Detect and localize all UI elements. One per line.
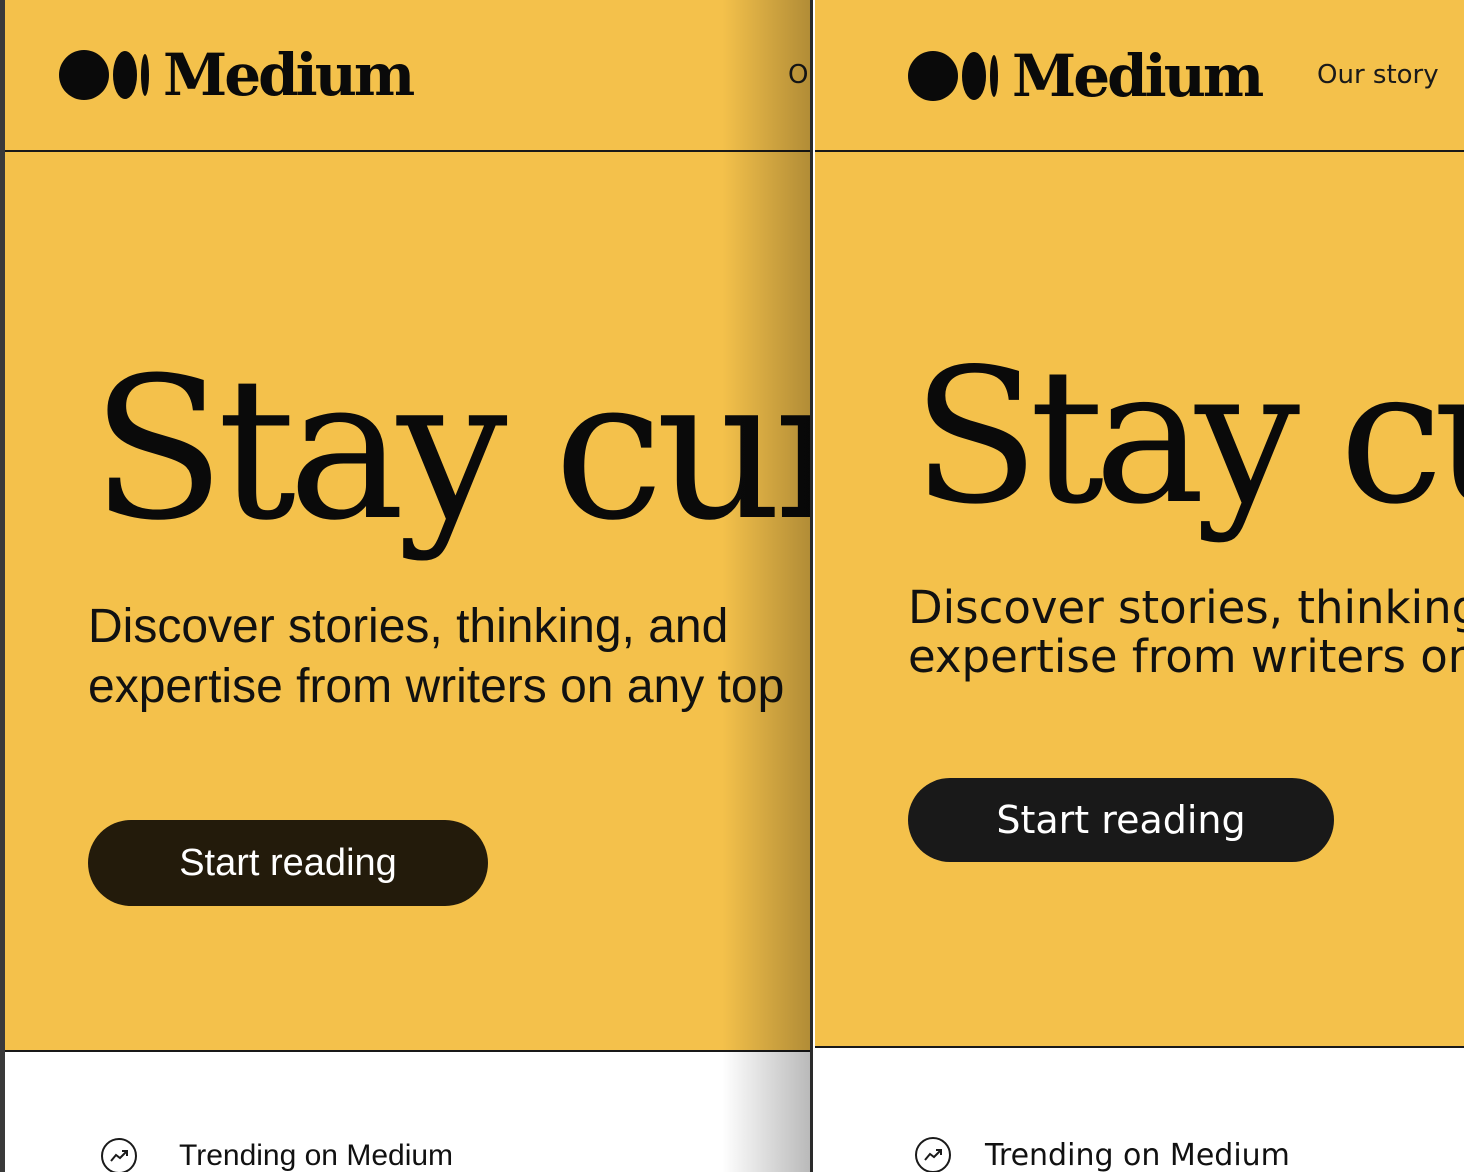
hero-subtitle-line: Discover stories, thinking, and (88, 600, 729, 653)
hero-section: Stay curi Discover stories, thinking, ex… (815, 152, 1464, 1048)
hero-subtitle-line: Discover stories, thinking, (908, 581, 1464, 634)
medium-logo-icon (908, 51, 998, 101)
medium-logo[interactable]: Medium (908, 42, 1264, 110)
logo-wordmark: Medium (1012, 42, 1264, 110)
trending-label: Trending on Medium (985, 1137, 1290, 1172)
nav-link-our-story[interactable]: O (788, 60, 808, 90)
medium-logo-icon (59, 50, 149, 100)
browser-panel-right: Medium Our story Stay curi Discover stor… (812, 0, 1464, 1172)
trending-icon (101, 1138, 137, 1172)
hero-subtitle: Discover stories, thinking, and expertis… (88, 597, 784, 717)
site-header: Medium Our story (815, 0, 1464, 152)
trending-header: Trending on Medium (101, 1138, 453, 1172)
site-header: Medium O (5, 0, 810, 152)
trending-label: Trending on Medium (179, 1139, 454, 1172)
start-reading-button[interactable]: Start reading (88, 820, 488, 906)
nav-link-our-story[interactable]: Our story (1317, 60, 1439, 90)
hero-subtitle-line: expertise from writers on a (908, 629, 1464, 683)
hero-subtitle-line: expertise from writers on any top (88, 660, 785, 713)
logo-wordmark: Medium (163, 41, 415, 109)
trending-header: Trending on Medium (915, 1137, 1290, 1172)
panel-divider (810, 0, 813, 1172)
hero-section: Stay curio Discover stories, thinking, a… (5, 152, 812, 1052)
hero-headline: Stay curio (91, 336, 812, 564)
browser-panel-left: Medium O Stay curio Discover stories, th… (0, 0, 812, 1172)
trending-icon (915, 1137, 951, 1172)
start-reading-button[interactable]: Start reading (908, 778, 1334, 862)
hero-subtitle: Discover stories, thinking, expertise fr… (908, 581, 1464, 683)
medium-logo[interactable]: Medium (59, 41, 415, 109)
hero-headline: Stay curi (912, 328, 1464, 545)
